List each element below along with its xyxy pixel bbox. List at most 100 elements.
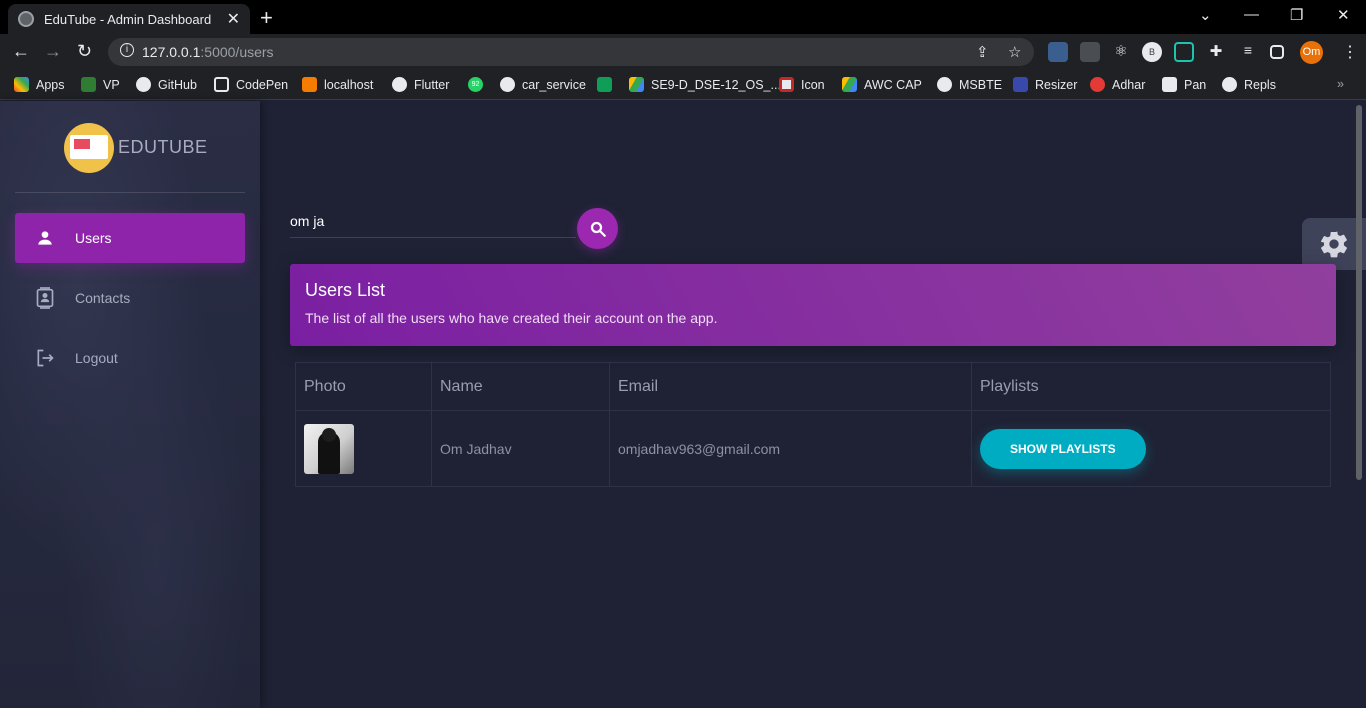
logout-icon bbox=[35, 348, 55, 368]
bookmark-92[interactable]: 92 bbox=[468, 77, 490, 92]
codepen-icon bbox=[214, 77, 229, 92]
bookmark-apps[interactable]: Apps bbox=[14, 77, 65, 92]
sheets-icon bbox=[597, 77, 612, 92]
browser-tabbar: EduTube - Admin Dashboard ✕ + ⌄ — ❐ ✕ bbox=[0, 0, 1366, 34]
react-devtools-icon[interactable]: ⚛ bbox=[1111, 42, 1131, 62]
replit-icon bbox=[1222, 77, 1237, 92]
search-field bbox=[290, 207, 576, 238]
whatsapp-icon: 92 bbox=[468, 77, 483, 92]
bookmark-localhost[interactable]: localhost bbox=[302, 77, 373, 92]
photo-cell bbox=[295, 410, 432, 487]
back-icon[interactable]: ← bbox=[12, 41, 30, 62]
media-queue-icon[interactable]: ≡ bbox=[1238, 42, 1258, 62]
bookmark-green[interactable] bbox=[597, 77, 619, 92]
page-scrollbar[interactable] bbox=[1356, 105, 1362, 480]
column-header-email: Email bbox=[609, 362, 972, 411]
sidebar: EDUTUBE Users Contacts Logout bbox=[0, 101, 260, 708]
url-text[interactable]: 127.0.0.1:5000/users bbox=[142, 44, 274, 60]
bookmark-codepen[interactable]: CodePen bbox=[214, 77, 288, 92]
vp-icon bbox=[81, 77, 96, 92]
brand-name[interactable]: EDUTUBE bbox=[118, 137, 208, 158]
search-icon bbox=[590, 221, 606, 237]
google-drive-icon bbox=[842, 77, 857, 92]
minimize-icon[interactable]: — bbox=[1244, 6, 1259, 23]
globe-icon bbox=[937, 77, 952, 92]
bookmark-se9[interactable]: SE9-D_DSE-12_OS_... bbox=[629, 77, 781, 92]
extension-pen-icon[interactable] bbox=[1048, 42, 1068, 62]
users-list-header: Users List The list of all the users who… bbox=[290, 264, 1336, 346]
bookmark-adhar[interactable]: Adhar bbox=[1090, 77, 1145, 92]
browser-tab[interactable]: EduTube - Admin Dashboard ✕ bbox=[8, 4, 250, 34]
extension-teal-icon[interactable] bbox=[1174, 42, 1194, 62]
playlists-cell: SHOW PLAYLISTS bbox=[971, 410, 1331, 487]
bookmarks-bar: Apps VP GitHub CodePen localhost Flutter… bbox=[0, 70, 1366, 100]
more-bookmarks-icon[interactable]: » bbox=[1337, 77, 1344, 91]
bookmark-vp[interactable]: VP bbox=[81, 77, 120, 92]
close-tab-icon[interactable]: ✕ bbox=[227, 9, 240, 29]
apps-grid-icon bbox=[14, 77, 29, 92]
bookmark-repls[interactable]: Repls bbox=[1222, 77, 1276, 92]
sidebar-item-logout[interactable]: Logout bbox=[15, 333, 245, 383]
new-tab-icon[interactable]: + bbox=[260, 5, 273, 31]
bookmark-car-service[interactable]: car_service bbox=[500, 77, 586, 92]
column-header-name: Name bbox=[431, 362, 610, 411]
profile-avatar[interactable]: Om bbox=[1300, 41, 1323, 64]
extension-b-icon[interactable]: B bbox=[1142, 42, 1162, 62]
site-info-icon[interactable]: i bbox=[120, 43, 134, 57]
sidebar-item-contacts[interactable]: Contacts bbox=[15, 273, 245, 323]
users-table: Photo Name Email Playlists Om Jadhav omj… bbox=[295, 362, 1331, 487]
contacts-icon bbox=[35, 287, 55, 309]
bookmark-awc-cap[interactable]: AWC CAP bbox=[842, 77, 922, 92]
show-playlists-button[interactable]: SHOW PLAYLISTS bbox=[980, 428, 1146, 469]
github-icon bbox=[392, 77, 407, 92]
bookmark-github[interactable]: GitHub bbox=[136, 77, 197, 92]
github-icon bbox=[500, 77, 515, 92]
search-button[interactable] bbox=[577, 208, 618, 249]
column-header-playlists: Playlists bbox=[971, 362, 1331, 411]
localhost-icon bbox=[302, 77, 317, 92]
bookmark-icon[interactable]: Icon bbox=[779, 77, 825, 92]
window-close-icon[interactable]: ✕ bbox=[1337, 6, 1350, 24]
table-row: Om Jadhav omjadhav963@gmail.com SHOW PLA… bbox=[295, 410, 1331, 487]
share-icon[interactable]: ⇪ bbox=[976, 43, 989, 61]
site-favicon-icon bbox=[18, 11, 34, 27]
address-bar[interactable]: i 127.0.0.1:5000/users ⇪ ☆ bbox=[108, 38, 1034, 66]
pdf-icon bbox=[1013, 77, 1028, 92]
column-header-photo: Photo bbox=[295, 362, 432, 411]
edutube-logo[interactable] bbox=[64, 123, 114, 173]
bookmark-flutter[interactable]: Flutter bbox=[392, 77, 449, 92]
nsdl-icon bbox=[1162, 77, 1177, 92]
bookmark-pan[interactable]: Pan bbox=[1162, 77, 1206, 92]
card-subtitle: The list of all the users who have creat… bbox=[305, 310, 718, 326]
sidebar-divider bbox=[15, 192, 245, 193]
bookmark-star-icon[interactable]: ☆ bbox=[1008, 43, 1021, 61]
tab-title: EduTube - Admin Dashboard bbox=[44, 11, 212, 27]
search-input[interactable] bbox=[290, 207, 576, 235]
user-name: Om Jadhav bbox=[431, 410, 610, 487]
person-icon bbox=[35, 228, 55, 248]
restore-icon[interactable]: ❐ bbox=[1290, 6, 1303, 24]
card-title: Users List bbox=[305, 280, 386, 300]
sidebar-item-label: Logout bbox=[75, 350, 118, 366]
forward-icon[interactable]: → bbox=[44, 41, 62, 62]
reload-icon[interactable]: ↻ bbox=[77, 41, 92, 62]
user-email: omjadhav963@gmail.com bbox=[609, 410, 972, 487]
gear-icon bbox=[1321, 231, 1347, 258]
table-header-row: Photo Name Email Playlists bbox=[295, 362, 1331, 411]
sidebar-item-label: Contacts bbox=[75, 290, 131, 306]
bookmark-resizer[interactable]: Resizer bbox=[1013, 77, 1077, 92]
sidebar-item-users[interactable]: Users bbox=[15, 213, 245, 263]
aadhaar-icon bbox=[1090, 77, 1105, 92]
tab-search-icon[interactable]: ⌄ bbox=[1199, 6, 1212, 24]
github-icon bbox=[136, 77, 151, 92]
icon-grid-icon bbox=[779, 77, 794, 92]
sidebar-item-label: Users bbox=[75, 230, 112, 246]
chrome-menu-icon[interactable]: ⋮ bbox=[1340, 42, 1360, 62]
bookmark-msbte[interactable]: MSBTE bbox=[937, 77, 1002, 92]
page-content: EDUTUBE Users Contacts Logout om ja User… bbox=[0, 101, 1366, 708]
side-panel-icon[interactable] bbox=[1270, 45, 1284, 59]
extensions-puzzle-icon[interactable]: ✚ bbox=[1206, 42, 1226, 62]
extension-grid-icon[interactable] bbox=[1080, 42, 1100, 62]
google-drive-icon bbox=[629, 77, 644, 92]
user-photo bbox=[304, 423, 354, 474]
